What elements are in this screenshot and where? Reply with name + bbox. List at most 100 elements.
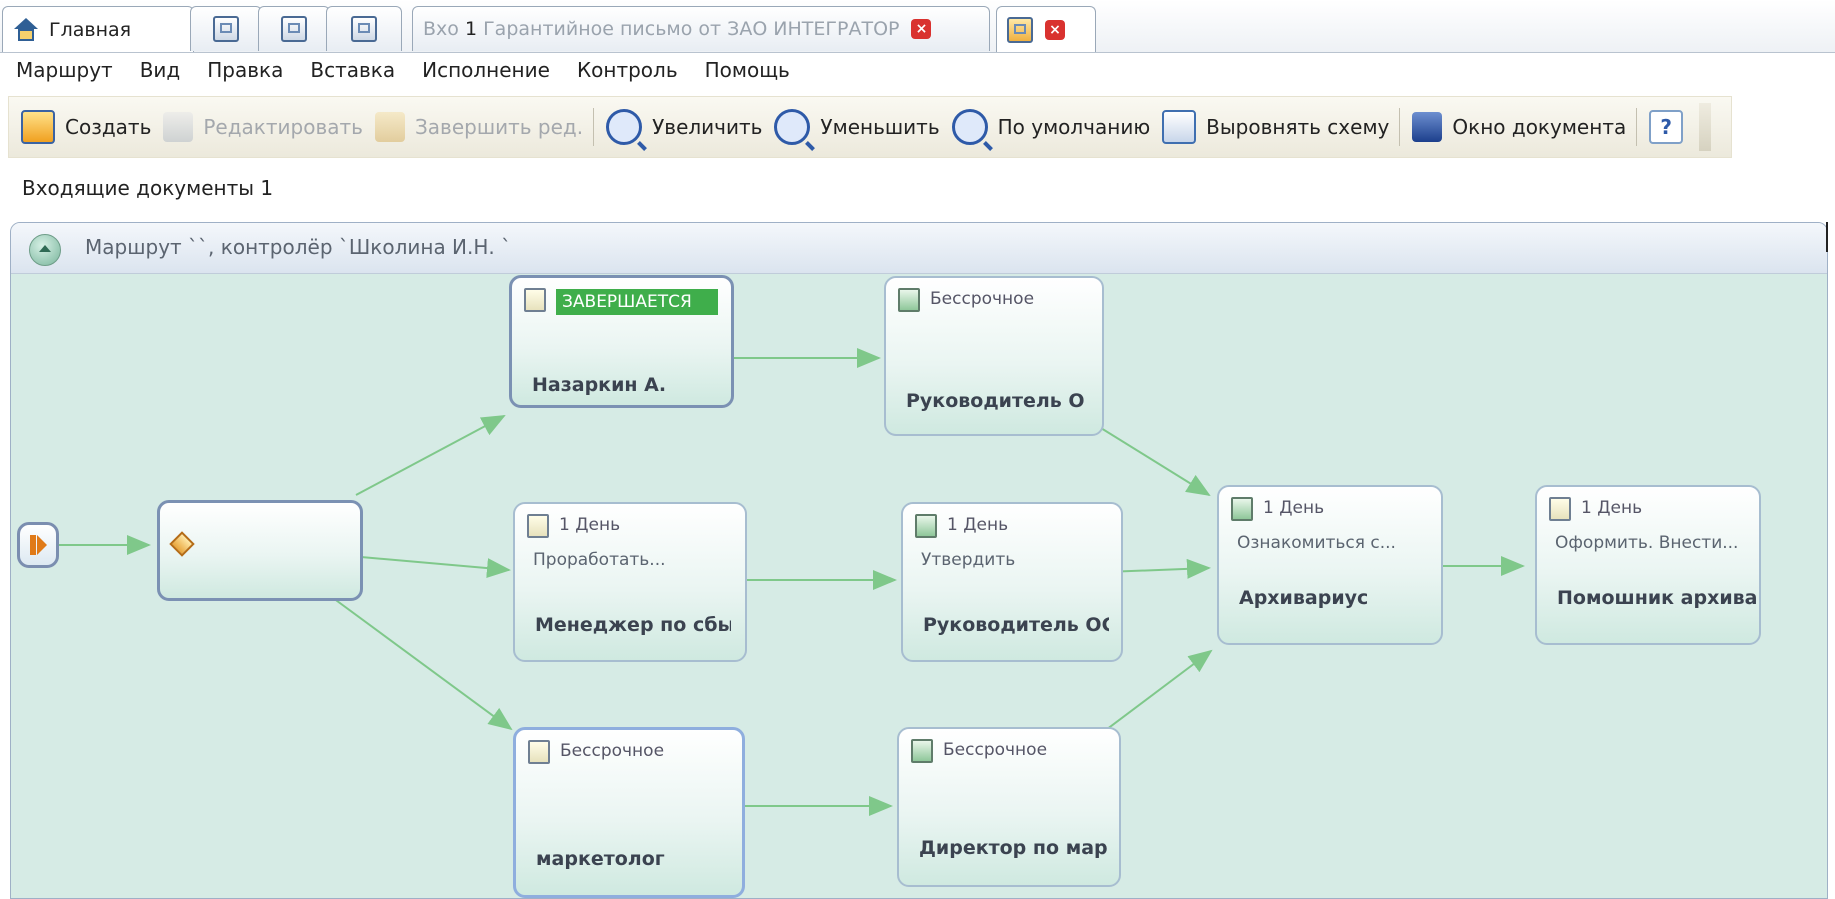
route-node[interactable]: 1 День Проработать... Менеджер по сбыту xyxy=(513,502,747,662)
zoom-out-label: Уменьшить xyxy=(820,115,940,139)
zoom-in-label: Увеличить xyxy=(652,115,763,139)
route-node[interactable]: 1 День Ознакомиться с... Архивариус xyxy=(1217,485,1443,645)
align-icon xyxy=(1162,110,1197,144)
tab-properties[interactable] xyxy=(326,6,402,51)
text-cursor xyxy=(1826,222,1828,252)
approve-icon xyxy=(898,288,920,312)
menu-edit[interactable]: Правка xyxy=(207,58,283,82)
node-name: маркетолог xyxy=(536,848,665,870)
toolbar-separator xyxy=(1399,108,1401,146)
document-window-icon xyxy=(1412,112,1443,142)
finish-edit-icon xyxy=(374,112,405,142)
node-status: Бессрочное xyxy=(930,289,1035,309)
task-icon xyxy=(524,288,546,312)
page-title: Входящие документы 1 xyxy=(22,176,274,200)
menu-route[interactable]: Маршрут xyxy=(16,58,113,82)
align-button[interactable]: Выровнять схему xyxy=(1162,110,1389,144)
zoom-in-button[interactable]: Увеличить xyxy=(606,109,762,145)
structure-icon xyxy=(213,16,239,42)
approve-icon xyxy=(911,739,933,763)
preview-icon xyxy=(281,16,307,42)
create-label: Создать xyxy=(65,115,152,139)
menu-execution[interactable]: Исполнение xyxy=(422,58,550,82)
tab-route[interactable]: × xyxy=(996,6,1096,52)
route-node[interactable]: Бессрочное Директор по маркет xyxy=(897,727,1121,887)
menu-insert[interactable]: Вставка xyxy=(310,58,395,82)
route-split-node[interactable] xyxy=(157,500,363,601)
close-icon[interactable]: × xyxy=(911,19,932,39)
node-name: Менеджер по сбыту xyxy=(535,614,731,636)
node-task: Ознакомиться с... xyxy=(1237,533,1396,553)
menu-help[interactable]: Помощь xyxy=(705,58,790,82)
edit-icon xyxy=(163,112,194,142)
node-status: 1 День xyxy=(1263,498,1325,518)
menu-control[interactable]: Контроль xyxy=(577,58,678,82)
edit-label: Редактировать xyxy=(203,115,363,139)
zoom-in-icon xyxy=(606,109,643,145)
tab-doc-prefix: Вхо xyxy=(423,18,459,40)
properties-icon xyxy=(351,16,377,42)
route-start-node[interactable] xyxy=(17,522,59,568)
toolbar-separator xyxy=(593,108,595,146)
node-task: Утвердить xyxy=(921,550,1016,570)
approve-icon xyxy=(915,514,937,538)
doc-window-button[interactable]: Окно документа xyxy=(1412,112,1626,142)
route-node[interactable]: Бессрочное Руководитель ОП xyxy=(884,276,1104,436)
zoom-out-icon xyxy=(774,109,811,145)
route-node[interactable]: ЗАВЕРШАЕТСЯ Назаркин А. xyxy=(509,275,734,408)
route-panel: Маршрут ``, контролёр `Школина И.Н. ` ЗА… xyxy=(10,222,1828,899)
tab-doc-number: 1 xyxy=(464,18,478,40)
route-node[interactable]: 1 День Утвердить Руководитель ОС xyxy=(901,502,1123,662)
node-name: Архивариус xyxy=(1239,587,1369,609)
node-name: Помошник архивари xyxy=(1557,587,1757,609)
toolbar-overflow-button[interactable] xyxy=(1699,103,1712,151)
node-status: Бессрочное xyxy=(943,740,1048,760)
menu-view[interactable]: Вид xyxy=(140,58,181,82)
tab-home-label: Главная xyxy=(49,18,132,41)
node-name: Руководитель ОП xyxy=(906,390,1086,412)
edit-button[interactable]: Редактировать xyxy=(163,112,363,142)
route-node[interactable]: Бессрочное маркетолог xyxy=(513,727,745,898)
tab-doc-title: Гарантийное письмо от ЗАО ИНТЕГРАТОР xyxy=(483,18,900,40)
node-name: Назаркин А. xyxy=(532,374,667,396)
node-task: Оформить. Внести... xyxy=(1555,533,1739,553)
node-name: Директор по маркет xyxy=(919,837,1107,859)
node-name: Руководитель ОС xyxy=(923,614,1109,636)
split-icon xyxy=(169,531,195,557)
node-status: 1 День xyxy=(1581,498,1643,518)
task-icon xyxy=(1549,497,1571,521)
zoom-default-button[interactable]: По умолчанию xyxy=(951,109,1151,145)
zoom-default-label: По умолчанию xyxy=(997,115,1151,139)
finish-edit-button[interactable]: Завершить ред. xyxy=(374,112,584,142)
tab-preview[interactable] xyxy=(258,6,330,51)
acknowledge-icon xyxy=(1231,497,1253,521)
node-status: ЗАВЕРШАЕТСЯ xyxy=(556,289,718,315)
task-icon xyxy=(528,740,550,764)
zoom-out-button[interactable]: Уменьшить xyxy=(774,109,940,145)
tab-structure[interactable] xyxy=(190,6,262,51)
tab-document[interactable]: Вхо 1 Гарантийное письмо от ЗАО ИНТЕГРАТ… xyxy=(412,6,990,51)
align-label: Выровнять схему xyxy=(1206,115,1390,139)
create-icon xyxy=(21,110,55,144)
home-icon xyxy=(13,17,39,42)
task-icon xyxy=(527,514,549,538)
toolbar-separator xyxy=(1636,108,1638,146)
node-status: Бессрочное xyxy=(560,741,665,761)
help-button[interactable]: ? xyxy=(1649,110,1693,144)
help-icon: ? xyxy=(1649,110,1684,144)
edge xyxy=(328,594,513,731)
route-node[interactable]: 1 День Оформить. Внести... Помошник архи… xyxy=(1535,485,1761,645)
finish-edit-label: Завершить ред. xyxy=(414,115,584,139)
tab-bar: Главная Вхо 1 Гарантийное письмо от ЗАО … xyxy=(0,0,1835,53)
tab-home[interactable]: Главная xyxy=(2,6,194,52)
menu-bar: Маршрут Вид Правка Вставка Исполнение Ко… xyxy=(0,52,1835,88)
edge xyxy=(355,415,506,496)
doc-window-label: Окно документа xyxy=(1452,115,1627,139)
create-button[interactable]: Создать xyxy=(21,110,151,144)
route-icon xyxy=(1007,16,1033,43)
node-status: 1 День xyxy=(559,515,621,535)
edge xyxy=(360,556,511,579)
close-icon[interactable]: × xyxy=(1045,19,1065,40)
node-task: Проработать... xyxy=(533,550,666,570)
node-status: 1 День xyxy=(947,515,1009,535)
